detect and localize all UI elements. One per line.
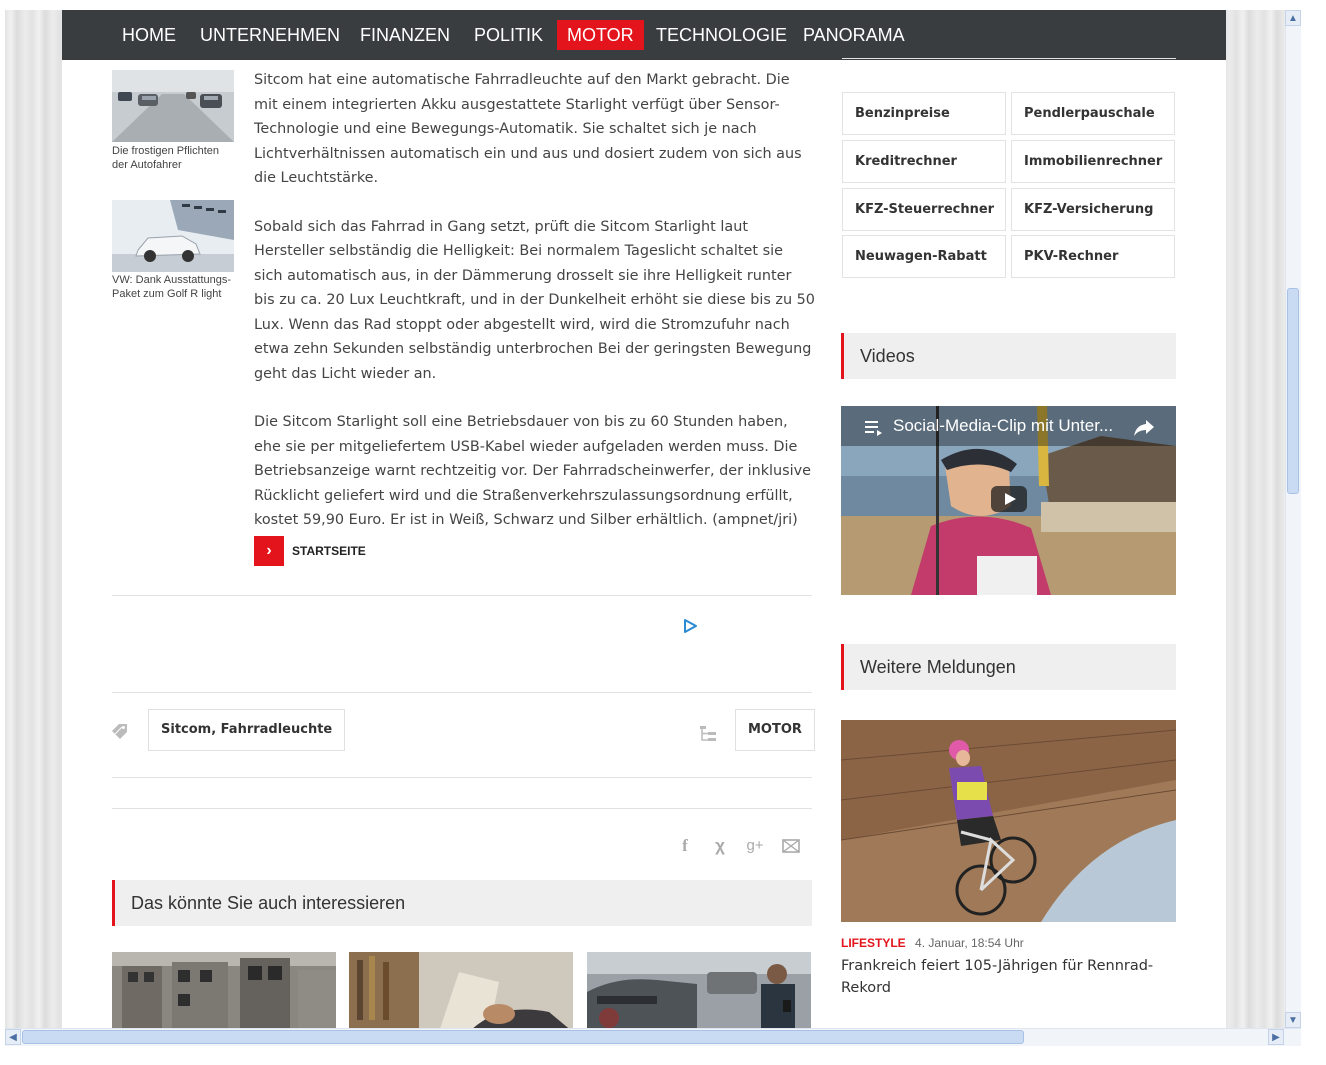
related-thumb-vw-golf[interactable] <box>112 200 234 272</box>
divider <box>112 692 812 693</box>
google-plus-icon[interactable]: g+ <box>745 836 765 856</box>
calculator-pkv-rechner[interactable]: PKV-Rechner <box>1011 235 1175 278</box>
mail-icon[interactable] <box>781 836 801 856</box>
divider <box>112 808 812 809</box>
article-paragraph: Sobald sich das Fahrrad in Gang setzt, p… <box>254 218 815 382</box>
nav-home[interactable]: HOME <box>112 20 186 50</box>
calculator-kfz-versicherung[interactable]: KFZ-Versicherung <box>1011 188 1175 231</box>
video-title[interactable]: Social-Media-Clip mit Unter... <box>893 416 1113 436</box>
scroll-down-icon[interactable]: ▼ <box>1285 1012 1301 1028</box>
calculator-neuwagen-rabatt[interactable]: Neuwagen-Rabatt <box>842 235 1006 278</box>
calculator-kreditrechner[interactable]: Kreditrechner <box>842 140 1006 183</box>
scroll-up-icon[interactable]: ▲ <box>1285 10 1301 26</box>
adchoices-icon[interactable] <box>681 617 699 635</box>
news-date: 4. Januar, 18:54 Uhr <box>915 936 1024 950</box>
section-heading-related: Das könnte Sie auch interessieren <box>112 880 812 926</box>
section-heading-more-news: Weitere Meldungen <box>841 644 1176 690</box>
related-thumb-caption[interactable]: Die frostigen Pflichten der Autofahrer <box>112 144 237 172</box>
related-article-image[interactable] <box>587 952 811 1028</box>
news-image-cyclist[interactable] <box>841 720 1176 922</box>
calculator-immobilienrechner[interactable]: Immobilienrechner <box>1011 140 1175 183</box>
calculator-benzinpreise[interactable]: Benzinpreise <box>842 92 1006 135</box>
divider <box>112 777 812 778</box>
news-headline[interactable]: Frankreich feiert 105-Jährigen für Rennr… <box>841 955 1176 999</box>
startseite-link[interactable]: › STARTSEITE <box>254 536 366 566</box>
category-tree-icon <box>700 726 716 741</box>
browser-viewport: HOME UNTERNEHMEN FINANZEN POLITIK MOTOR … <box>5 10 1285 1028</box>
related-article-image[interactable] <box>112 952 336 1028</box>
article-paragraph: Die Sitcom Starlight soll eine Betriebsd… <box>254 414 812 528</box>
nav-motor[interactable]: MOTOR <box>557 20 644 50</box>
tag-icon <box>112 724 127 739</box>
related-article-image[interactable] <box>349 952 573 1028</box>
share-arrow-icon[interactable] <box>1133 418 1155 438</box>
news-category[interactable]: LIFESTYLE <box>841 936 906 950</box>
related-thumb-winter-traffic[interactable] <box>112 70 234 142</box>
video-player[interactable]: Social-Media-Clip mit Unter... <box>841 406 1176 595</box>
nav-finanzen[interactable]: FINANZEN <box>350 20 460 50</box>
nav-politik[interactable]: POLITIK <box>464 20 553 50</box>
vertical-scrollbar[interactable] <box>1285 10 1301 1028</box>
related-thumb-caption[interactable]: VW: Dank Ausstattungs-Paket zum Golf R l… <box>112 273 237 301</box>
startseite-label: STARTSEITE <box>292 544 366 558</box>
divider <box>112 595 812 596</box>
news-meta: LIFESTYLE 4. Januar, 18:54 Uhr <box>841 936 1024 950</box>
nav-technologie[interactable]: TECHNOLOGIE <box>646 20 797 50</box>
nav-unternehmen[interactable]: UNTERNEHMEN <box>190 20 350 50</box>
playlist-icon[interactable] <box>865 420 883 436</box>
calculator-top-rule <box>842 58 1176 59</box>
article-body: Sitcom hat eine automatische Fahrradleuc… <box>254 68 816 557</box>
article-paragraph: Sitcom hat eine automatische Fahrradleuc… <box>254 72 802 186</box>
tag-keywords[interactable]: Sitcom, Fahrradleuchte <box>148 709 346 751</box>
calculator-pendlerpauschale[interactable]: Pendlerpauschale <box>1011 92 1175 135</box>
nav-panorama[interactable]: PANORAMA <box>793 20 915 50</box>
play-button-icon[interactable] <box>991 486 1027 512</box>
vertical-scroll-thumb[interactable] <box>1287 288 1299 494</box>
facebook-icon[interactable]: f <box>675 836 695 856</box>
xing-icon[interactable]: χ <box>710 836 730 856</box>
page: HOME UNTERNEHMEN FINANZEN POLITIK MOTOR … <box>62 10 1226 1028</box>
main-nav: HOME UNTERNEHMEN FINANZEN POLITIK MOTOR … <box>62 10 1226 60</box>
horizontal-scroll-thumb[interactable] <box>22 1030 1024 1044</box>
tag-category[interactable]: MOTOR <box>735 709 815 751</box>
scroll-left-icon[interactable]: ◀ <box>5 1029 21 1045</box>
chevron-right-icon: › <box>254 536 284 566</box>
section-heading-videos: Videos <box>841 333 1176 379</box>
scroll-right-icon[interactable]: ▶ <box>1268 1029 1284 1045</box>
calculator-kfz-steuerrechner[interactable]: KFZ-Steuerrechner <box>842 188 1006 231</box>
